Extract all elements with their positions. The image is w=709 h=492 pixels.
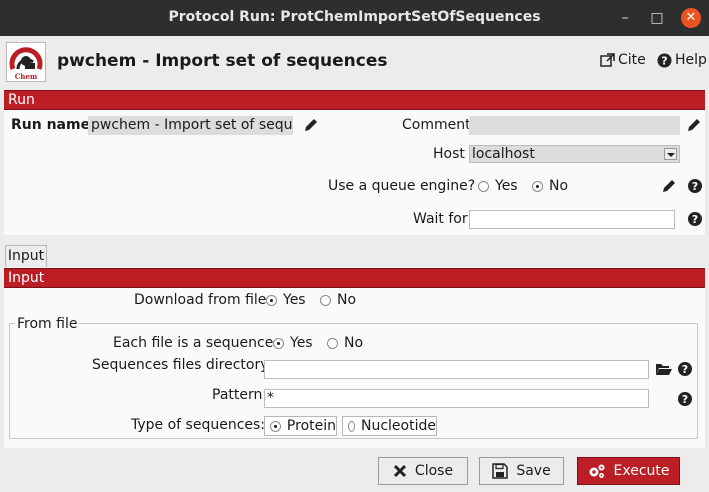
save-button-label: Save — [516, 463, 551, 479]
cite-label: Cite — [618, 52, 646, 68]
radio-selected-icon — [270, 420, 281, 432]
execute-button-label: Execute — [613, 463, 670, 479]
queue-no-label: No — [549, 178, 569, 194]
minimize-icon[interactable]: – — [615, 8, 635, 28]
help-icon[interactable]: ? — [677, 361, 693, 377]
download-label: Download from file — [134, 292, 267, 308]
type-label: Type of sequences: — [131, 417, 266, 433]
run-section-header: Run — [4, 90, 705, 110]
wait-for-input[interactable] — [469, 210, 675, 229]
pencil-icon[interactable] — [661, 178, 677, 194]
cite-link[interactable]: Cite — [600, 52, 646, 68]
wait-for-label: Wait for — [413, 211, 468, 227]
type-nucleotide-radio[interactable]: Nucleotide — [342, 416, 437, 436]
tab-input[interactable]: Input — [5, 245, 47, 267]
comment-label: Comment — [402, 117, 471, 133]
type-protein-label: Protein — [286, 418, 336, 434]
run-name-input[interactable]: pwchem - Import set of sequences — [88, 116, 293, 135]
type-nucleotide-label: Nucleotide — [361, 418, 436, 434]
window-title: Protocol Run: ProtChemImportSetOfSequenc… — [168, 9, 541, 25]
from-file-title: From file — [15, 316, 80, 332]
external-link-icon — [600, 52, 615, 67]
dir-input[interactable] — [264, 360, 649, 379]
each-file-no-label: No — [344, 335, 364, 351]
pattern-input[interactable]: * — [264, 389, 649, 408]
close-button[interactable]: Close — [378, 457, 468, 485]
radio-selected-icon — [532, 180, 543, 192]
help-icon[interactable]: ? — [687, 178, 703, 194]
radio-icon — [478, 180, 489, 192]
radio-selected-icon — [266, 294, 277, 306]
svg-text:?: ? — [682, 363, 688, 376]
queue-label: Use a queue engine? — [328, 178, 476, 194]
pattern-label: Pattern — [212, 387, 263, 403]
type-protein-radio[interactable]: Protein — [264, 416, 337, 436]
each-file-label: Each file is a sequence — [113, 335, 274, 351]
svg-text:?: ? — [692, 180, 698, 193]
each-file-no-radio[interactable]: No — [327, 335, 363, 351]
radio-icon — [327, 337, 338, 349]
chem-logo: Chem — [6, 42, 46, 82]
download-yes-radio[interactable]: Yes — [266, 292, 306, 308]
close-button-label: Close — [414, 463, 454, 479]
save-button[interactable]: Save — [479, 457, 564, 485]
host-label: Host — [433, 146, 465, 162]
each-file-yes-radio[interactable]: Yes — [273, 335, 313, 351]
chevron-down-icon — [664, 148, 677, 160]
download-yes-label: Yes — [283, 292, 306, 308]
host-value: localhost — [472, 146, 535, 162]
close-icon — [393, 464, 406, 478]
svg-text:?: ? — [661, 54, 667, 67]
host-select[interactable]: localhost — [469, 145, 680, 163]
queue-yes-radio[interactable]: Yes — [478, 178, 518, 194]
input-section-header: Input — [4, 268, 705, 288]
pencil-icon[interactable] — [686, 117, 702, 133]
logo-text: Chem — [15, 72, 38, 81]
folder-open-icon[interactable] — [655, 361, 673, 377]
download-no-radio[interactable]: No — [320, 292, 356, 308]
help-link[interactable]: ? Help — [657, 52, 707, 68]
radio-icon — [348, 420, 355, 432]
dir-label: Sequences files directory: — [92, 357, 273, 373]
window-titlebar: Protocol Run: ProtChemImportSetOfSequenc… — [0, 0, 709, 36]
help-icon[interactable]: ? — [687, 211, 703, 227]
close-window-icon[interactable]: ✕ — [681, 8, 701, 28]
run-name-label: Run name — [11, 117, 91, 133]
svg-text:?: ? — [692, 213, 698, 226]
protocol-header: Chem pwchem - Import set of sequences Ci… — [0, 36, 709, 86]
radio-selected-icon — [273, 337, 284, 349]
execute-button[interactable]: Execute — [577, 457, 680, 485]
svg-text:?: ? — [682, 393, 688, 406]
each-file-yes-label: Yes — [290, 335, 313, 351]
radio-icon — [320, 294, 331, 306]
queue-yes-label: Yes — [495, 178, 518, 194]
help-label: Help — [675, 52, 707, 68]
pencil-icon[interactable] — [303, 117, 319, 133]
help-icon: ? — [657, 53, 672, 67]
download-no-label: No — [337, 292, 357, 308]
maximize-icon[interactable]: □ — [647, 8, 667, 28]
gears-icon — [589, 464, 604, 478]
help-icon[interactable]: ? — [677, 391, 693, 407]
save-icon — [492, 463, 509, 479]
comment-input[interactable] — [469, 116, 680, 135]
protocol-title: pwchem - Import set of sequences — [57, 51, 388, 71]
queue-no-radio[interactable]: No — [532, 178, 568, 194]
